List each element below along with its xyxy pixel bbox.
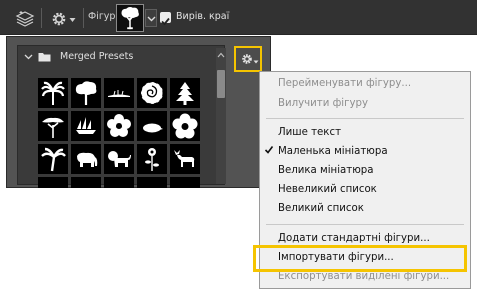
menu-item-rename-shape[interactable]: Перейменувати фігуру... xyxy=(278,78,411,92)
tree-shape-icon xyxy=(121,7,139,30)
palm-tree-icon xyxy=(41,147,66,172)
flower-stem-icon xyxy=(145,148,159,171)
shape-thumbnail[interactable] xyxy=(170,144,200,174)
shape-thumbnail[interactable] xyxy=(104,177,134,188)
preset-folder-row[interactable]: Merged Presets xyxy=(18,46,214,68)
shape-thumbnail[interactable] xyxy=(137,111,167,141)
import-shapes-highlight xyxy=(253,245,467,272)
shape-thumbnail[interactable] xyxy=(38,78,68,108)
moose-icon xyxy=(174,150,195,167)
gear-icon xyxy=(242,54,252,64)
pine-tree-icon xyxy=(176,82,194,105)
menu-item-text-only[interactable]: Лише текст xyxy=(278,127,341,141)
menu-item-large-thumbnail[interactable]: Велика мініатюра xyxy=(278,165,374,179)
menu-item-large-list[interactable]: Великий список xyxy=(278,203,364,217)
menu-item-small-list[interactable]: Невеликий список xyxy=(278,184,377,198)
chevron-down-icon xyxy=(253,60,259,64)
chevron-down-icon[interactable] xyxy=(24,54,33,60)
menu-item-small-thumbnail[interactable]: Маленька мініатюра xyxy=(278,146,388,160)
chevron-down-icon xyxy=(147,16,156,22)
panel-settings-button[interactable] xyxy=(234,46,262,72)
align-edges-label: Вирів. краї xyxy=(176,11,230,22)
gear-icon[interactable] xyxy=(50,10,68,28)
shape-picker-swatch[interactable] xyxy=(116,4,144,32)
rose-icon xyxy=(140,81,164,105)
acacia-tree-icon xyxy=(42,117,64,138)
shape-thumbnail[interactable] xyxy=(38,144,68,174)
shape-thumbnail[interactable] xyxy=(104,111,134,141)
chevron-down-icon[interactable] xyxy=(69,17,76,23)
panel-scrollbar[interactable] xyxy=(216,48,226,184)
palm-tree-icon xyxy=(41,81,65,105)
scroll-up-icon[interactable] xyxy=(217,52,225,58)
folder-icon xyxy=(38,53,51,62)
preset-folder-label: Merged Presets xyxy=(60,51,134,62)
hedgehog-icon xyxy=(143,123,163,133)
menu-item-delete-shape[interactable]: Вилучити фігуру xyxy=(278,98,368,112)
shape-thumbnail[interactable] xyxy=(137,144,167,174)
checkmark-icon xyxy=(264,146,274,154)
shape-thumbnail[interactable] xyxy=(170,177,200,188)
flower-icon xyxy=(172,113,198,139)
toolbar-divider xyxy=(41,8,42,28)
shape-thumbnail[interactable] xyxy=(170,78,200,108)
checkmark-icon xyxy=(161,17,170,26)
shape-thumbnail-grid xyxy=(38,78,200,188)
menu-divider xyxy=(266,118,464,119)
shape-picker-dropdown[interactable] xyxy=(145,9,157,27)
tree-icon xyxy=(75,81,97,105)
lion-icon xyxy=(108,151,131,167)
menu-item-export-selected-shapes[interactable]: Експортувати виділені фігури... xyxy=(278,271,449,285)
shape-thumbnail[interactable] xyxy=(71,111,101,141)
shape-thumbnail[interactable] xyxy=(38,177,68,188)
shape-thumbnail[interactable] xyxy=(137,78,167,108)
shape-thumbnail[interactable] xyxy=(104,144,134,174)
align-edges-checkbox[interactable] xyxy=(160,12,171,26)
ship-icon xyxy=(76,117,96,134)
shape-thumbnail[interactable] xyxy=(170,111,200,141)
toolbar-divider xyxy=(83,8,84,28)
shape-thumbnail[interactable] xyxy=(71,177,101,188)
shape-thumbnail[interactable] xyxy=(71,144,101,174)
options-bar: Фігура: Вирів. краї xyxy=(0,0,477,35)
shape-thumbnail[interactable] xyxy=(71,78,101,108)
menu-divider xyxy=(266,224,464,225)
shape-picker-panel: Merged Presets xyxy=(6,36,271,188)
flower-icon xyxy=(107,114,131,137)
grass-icon xyxy=(108,90,130,97)
shape-thumbnail[interactable] xyxy=(38,111,68,141)
elephant-icon xyxy=(77,152,98,167)
shape-list: Merged Presets xyxy=(17,45,226,188)
scrollbar-thumb[interactable] xyxy=(217,70,225,98)
layers-stack-icon[interactable] xyxy=(15,10,35,28)
shape-thumbnail[interactable] xyxy=(137,177,167,188)
shape-thumbnail[interactable] xyxy=(104,78,134,108)
